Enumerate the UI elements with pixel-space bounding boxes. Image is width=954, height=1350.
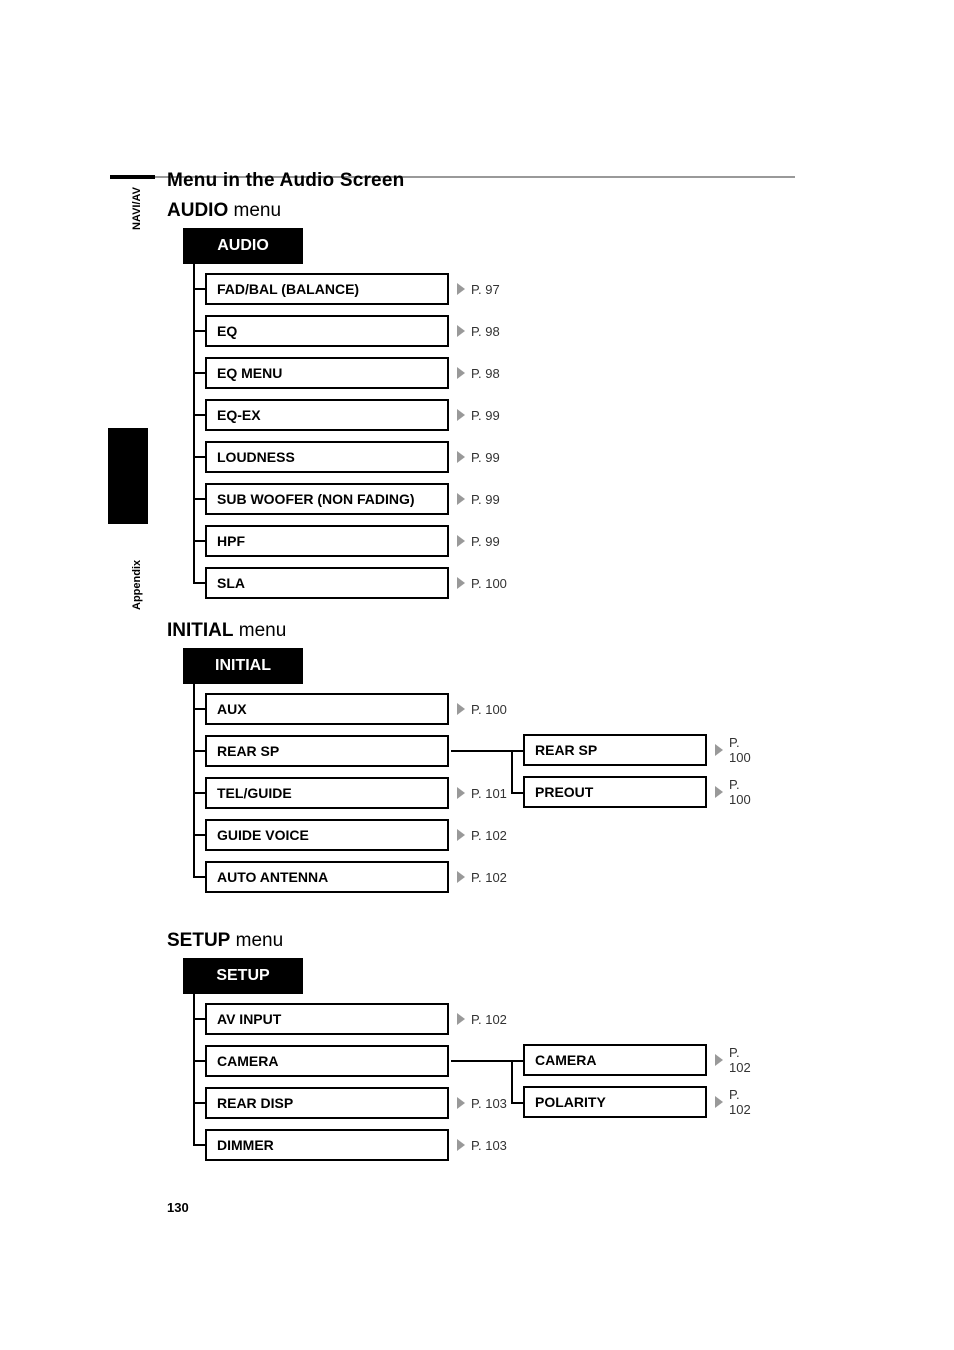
tree-row: FAD/BAL (BALANCE) P. 97 xyxy=(183,268,507,310)
menu-item: CAMERA xyxy=(205,1045,449,1077)
menu-item: SLA xyxy=(205,567,449,599)
side-tab-naviav: NAVI/AV xyxy=(131,183,151,235)
tree-row: EQ MENU P. 98 xyxy=(183,352,507,394)
triangle-icon xyxy=(457,1139,465,1151)
tree-row: HPF P. 99 xyxy=(183,520,507,562)
page-number: 130 xyxy=(167,1200,189,1215)
triangle-icon xyxy=(457,871,465,883)
triangle-icon xyxy=(457,1097,465,1109)
initial-root: INITIAL xyxy=(183,648,303,684)
tree-row: REAR DISP P. 103 xyxy=(183,1082,507,1124)
triangle-icon xyxy=(457,493,465,505)
page-ref: P. 102 xyxy=(715,1087,751,1117)
menu-item: REAR SP xyxy=(205,735,449,767)
page-ref: P. 102 xyxy=(457,870,507,885)
tree-row: TEL/GUIDE P. 101 xyxy=(183,772,507,814)
menu-item: SUB WOOFER (NON FADING) xyxy=(205,483,449,515)
tree-row: SUB WOOFER (NON FADING) P. 99 xyxy=(183,478,507,520)
tree-row: EQ-EX P. 99 xyxy=(183,394,507,436)
section-heading: Menu in the Audio Screen xyxy=(167,170,404,192)
tree-row: DIMMER P. 103 xyxy=(183,1124,507,1166)
page-ref: P. 103 xyxy=(457,1138,507,1153)
header-rule-accent xyxy=(110,175,155,179)
initial-tree: AUX P. 100 REAR SP TEL/GUIDE P. 101 GUIDE … xyxy=(183,688,507,898)
menu-item: EQ xyxy=(205,315,449,347)
triangle-icon xyxy=(457,577,465,589)
triangle-icon xyxy=(457,787,465,799)
triangle-icon xyxy=(457,367,465,379)
triangle-icon xyxy=(457,325,465,337)
menu-item: TEL/GUIDE xyxy=(205,777,449,809)
triangle-icon xyxy=(457,451,465,463)
page-ref: P. 98 xyxy=(457,324,500,339)
page-ref: P. 101 xyxy=(457,786,507,801)
menu-item: AV INPUT xyxy=(205,1003,449,1035)
menu-item: GUIDE VOICE xyxy=(205,819,449,851)
page-ref: P. 100 xyxy=(457,702,507,717)
sub-menu-item: REAR SP xyxy=(523,734,707,766)
setup-menu-heading: SETUP menu xyxy=(167,930,283,952)
tree-row: EQ P. 98 xyxy=(183,310,507,352)
audio-menu-heading: AUDIO menu xyxy=(167,200,281,222)
triangle-icon xyxy=(715,1096,723,1108)
audio-tree: FAD/BAL (BALANCE) P. 97 EQ P. 98 EQ MENU P.… xyxy=(183,268,507,604)
page-ref: P. 99 xyxy=(457,408,500,423)
side-tab-appendix: Appendix xyxy=(131,556,151,614)
triangle-icon xyxy=(457,829,465,841)
page-ref: P. 102 xyxy=(457,1012,507,1027)
menu-item: AUX xyxy=(205,693,449,725)
menu-item: DIMMER xyxy=(205,1129,449,1161)
page-ref: P. 99 xyxy=(457,534,500,549)
setup-root: SETUP xyxy=(183,958,303,994)
tree-row: AUTO ANTENNA P. 102 xyxy=(183,856,507,898)
page-ref: P. 99 xyxy=(457,492,500,507)
triangle-icon xyxy=(457,1013,465,1025)
triangle-icon xyxy=(715,786,723,798)
page-ref: P. 100 xyxy=(457,576,507,591)
menu-item: EQ-EX xyxy=(205,399,449,431)
page-ref: P. 100 xyxy=(715,777,751,807)
sub-menu-item: POLARITY xyxy=(523,1086,707,1118)
menu-item: FAD/BAL (BALANCE) xyxy=(205,273,449,305)
page-ref: P. 103 xyxy=(457,1096,507,1111)
menu-item: REAR DISP xyxy=(205,1087,449,1119)
triangle-icon xyxy=(457,535,465,547)
menu-item: HPF xyxy=(205,525,449,557)
tree-row: SLA P. 100 xyxy=(183,562,507,604)
tree-row: LOUDNESS P. 99 xyxy=(183,436,507,478)
menu-item: LOUDNESS xyxy=(205,441,449,473)
sub-menu-item: PREOUT xyxy=(523,776,707,808)
page-ref: P. 98 xyxy=(457,366,500,381)
triangle-icon xyxy=(457,283,465,295)
menu-item: AUTO ANTENNA xyxy=(205,861,449,893)
tree-row: AV INPUT P. 102 xyxy=(183,998,507,1040)
triangle-icon xyxy=(715,1054,723,1066)
page-ref: P. 102 xyxy=(457,828,507,843)
page-ref: P. 100 xyxy=(715,735,751,765)
tree-row: AUX P. 100 xyxy=(183,688,507,730)
page-ref: P. 99 xyxy=(457,450,500,465)
page-ref: P. 102 xyxy=(715,1045,751,1075)
side-tab-marker xyxy=(108,428,148,524)
initial-menu-heading: INITIAL menu xyxy=(167,620,286,642)
triangle-icon xyxy=(715,744,723,756)
tree-row: GUIDE VOICE P. 102 xyxy=(183,814,507,856)
triangle-icon xyxy=(457,409,465,421)
page-ref: P. 97 xyxy=(457,282,500,297)
menu-item: EQ MENU xyxy=(205,357,449,389)
sub-menu-item: CAMERA xyxy=(523,1044,707,1076)
setup-tree: AV INPUT P. 102 CAMERA REAR DISP P. 103 DI… xyxy=(183,998,507,1166)
audio-root: AUDIO xyxy=(183,228,303,264)
triangle-icon xyxy=(457,703,465,715)
